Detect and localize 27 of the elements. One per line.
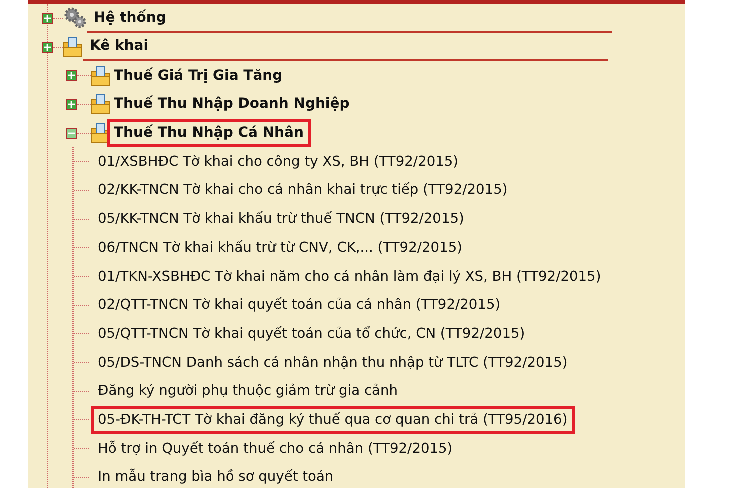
- tree-item[interactable]: 06/TNCN Tờ khai khấu trừ từ CNV, CK,... (TT92/2015): [91, 234, 470, 262]
- tree-item[interactable]: Kê khai: [83, 32, 156, 60]
- expand-toggle[interactable]: [42, 42, 53, 53]
- tree-item[interactable]: 05/DS-TNCN Danh sách cá nhân nhận thu nhập từ TLTC (TT92/2015): [91, 348, 575, 377]
- folder-icon: [91, 64, 111, 87]
- tree-item[interactable]: Thuế Giá Trị Gia Tăng: [107, 62, 290, 90]
- tree-item[interactable]: Thuế Thu Nhập Cá Nhân: [107, 119, 311, 148]
- collapse-toggle[interactable]: [66, 128, 77, 139]
- tree-item[interactable]: Hệ thống: [87, 4, 174, 32]
- expand-toggle[interactable]: [66, 70, 77, 82]
- folder-icon: [63, 36, 83, 58]
- tree-item[interactable]: 01/TKN-XSBHĐC Tờ khai năm cho cá nhân làm đại lý XS, BH (TT92/2015): [91, 262, 608, 291]
- tree-item[interactable]: 05/KK-TNCN Tờ khai khấu trừ thuế TNCN (TT92/2015): [91, 205, 472, 234]
- folder-icon: [91, 122, 111, 144]
- tree-item[interactable]: 02/KK-TNCN Tờ khai cho cá nhân khai trực tiếp (TT92/2015): [91, 176, 515, 204]
- expand-toggle[interactable]: [42, 12, 53, 24]
- folder-icon: [91, 93, 111, 116]
- tree-item[interactable]: 01/XSBHĐC Tờ khai cho công ty XS, BH (TT92/2015): [91, 148, 466, 176]
- tree-item[interactable]: In mẫu trang bìa hồ sơ quyết toán: [91, 463, 341, 488]
- tree-item[interactable]: 05-ĐK-TH-TCT Tờ khai đăng ký thuế qua cơ quan chi trả (TT95/2016): [91, 406, 575, 434]
- expand-toggle[interactable]: [66, 98, 77, 110]
- tree-item[interactable]: Đăng ký người phụ thuộc giảm trừ gia cảnh: [91, 377, 405, 406]
- gears-icon: [63, 7, 87, 30]
- tree-item[interactable]: 05/QTT-TNCN Tờ khai quyết toán của tổ chức, CN (TT92/2015): [91, 320, 532, 348]
- tree-item[interactable]: Hỗ trợ in Quyết toán thuế cho cá nhân (TT92/2015): [91, 434, 460, 463]
- tree-item[interactable]: 02/QTT-TNCN Tờ khai quyết toán của cá nhân (TT92/2015): [91, 291, 508, 320]
- tree-item[interactable]: Thuế Thu Nhập Doanh Nghiệp: [107, 90, 357, 118]
